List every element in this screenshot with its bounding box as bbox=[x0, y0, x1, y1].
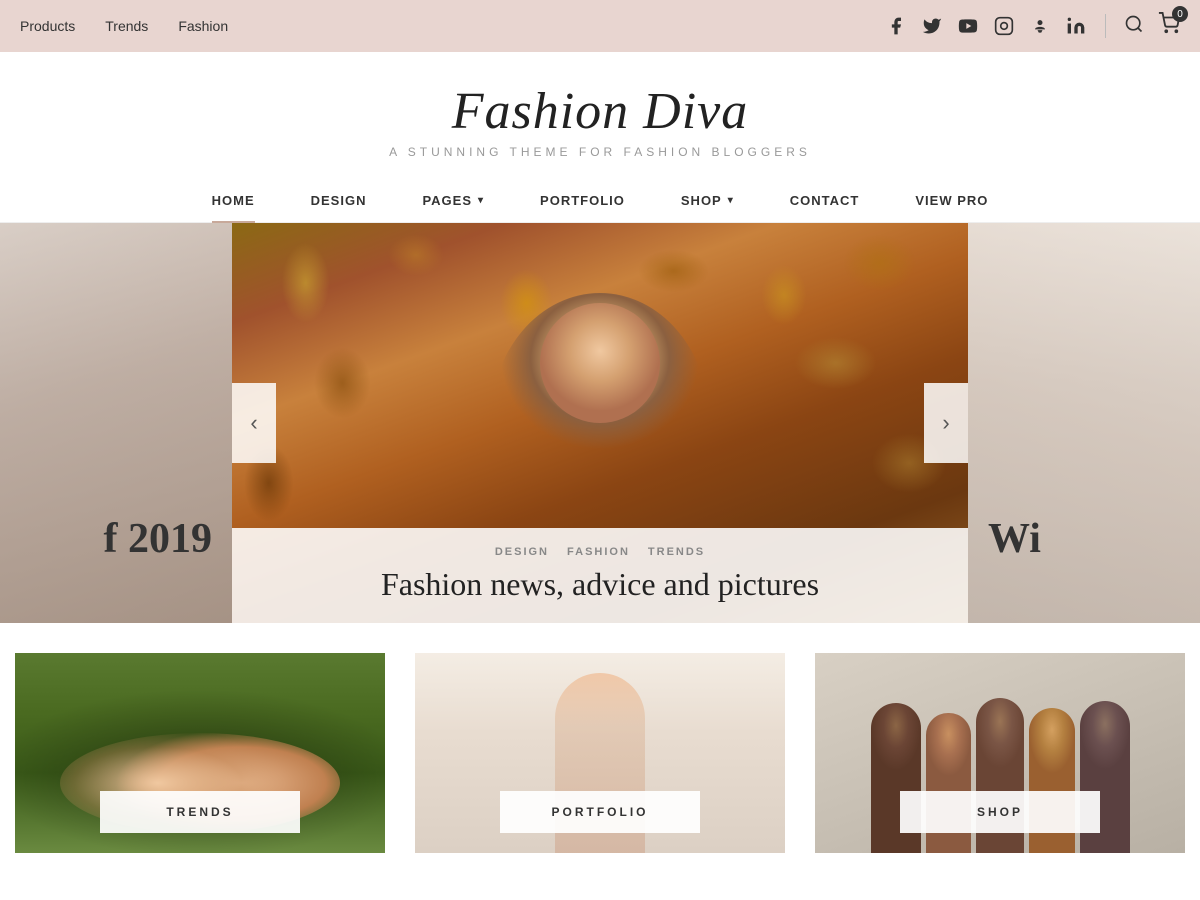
nav-home[interactable]: HOME bbox=[184, 179, 283, 222]
thumb-portfolio-label-box: PORTFOLIO bbox=[500, 791, 700, 833]
odnoklassniki-icon[interactable] bbox=[1029, 15, 1051, 37]
search-button[interactable] bbox=[1124, 14, 1144, 39]
main-nav: HOME DESIGN PAGES ▾ PORTFOLIO SHOP ▾ CON… bbox=[0, 169, 1200, 223]
hero-tag-design[interactable]: DESIGN bbox=[495, 546, 549, 558]
hero-caption: DESIGN FASHION TRENDS Fashion news, advi… bbox=[232, 528, 968, 623]
thumb-shop-label: SHOP bbox=[977, 805, 1023, 819]
thumb-shop-label-box: SHOP bbox=[900, 791, 1100, 833]
hero-tag-fashion[interactable]: FASHION bbox=[567, 546, 630, 558]
nav-contact[interactable]: CONTACT bbox=[762, 179, 888, 222]
slider-prev-button[interactable]: ‹ bbox=[232, 383, 276, 463]
top-bar-nav: Products Trends Fashion bbox=[20, 18, 228, 34]
site-title: Fashion Diva bbox=[20, 82, 1180, 141]
nav-viewpro[interactable]: VIEW PRO bbox=[887, 179, 1016, 222]
slider-next-button[interactable]: › bbox=[924, 383, 968, 463]
thumb-trends-label-box: TRENDS bbox=[100, 791, 300, 833]
topnav-trends[interactable]: Trends bbox=[105, 18, 148, 34]
nav-portfolio[interactable]: PORTFOLIO bbox=[512, 179, 653, 222]
top-bar: Products Trends Fashion bbox=[0, 0, 1200, 52]
topnav-products[interactable]: Products bbox=[20, 18, 75, 34]
side-text-left: f 2019 bbox=[0, 515, 232, 563]
hero-title: Fashion news, advice and pictures bbox=[262, 566, 938, 603]
thumb-portfolio[interactable]: PORTFOLIO bbox=[415, 653, 785, 853]
facebook-icon[interactable] bbox=[885, 15, 907, 37]
site-header: Fashion Diva A Stunning Theme for Fashio… bbox=[0, 52, 1200, 169]
divider bbox=[1105, 14, 1106, 38]
instagram-icon[interactable] bbox=[993, 15, 1015, 37]
thumb-shop[interactable]: SHOP bbox=[815, 653, 1185, 853]
pages-chevron: ▾ bbox=[478, 195, 484, 206]
hero-section: f 2019 Wi ‹ › DESIGN FASHION TRENDS Fash… bbox=[0, 223, 1200, 623]
top-bar-right: 0 bbox=[885, 12, 1180, 40]
hero-tags: DESIGN FASHION TRENDS bbox=[262, 546, 938, 558]
twitter-icon[interactable] bbox=[921, 15, 943, 37]
thumb-trends-label: TRENDS bbox=[166, 805, 233, 819]
nav-design[interactable]: DESIGN bbox=[283, 179, 395, 222]
nav-shop[interactable]: SHOP ▾ bbox=[653, 179, 762, 222]
thumb-trends[interactable]: TRENDS bbox=[15, 653, 385, 853]
cart-button[interactable]: 0 bbox=[1158, 12, 1180, 40]
linkedin-icon[interactable] bbox=[1065, 15, 1087, 37]
thumb-portfolio-label: PORTFOLIO bbox=[552, 805, 649, 819]
hero-side-right bbox=[968, 223, 1200, 623]
youtube-icon[interactable] bbox=[957, 15, 979, 37]
side-text-right: Wi bbox=[968, 515, 1200, 563]
hero-tag-trends[interactable]: TRENDS bbox=[648, 546, 705, 558]
site-subtitle: A Stunning Theme for Fashion Bloggers bbox=[20, 145, 1180, 159]
cart-count: 0 bbox=[1172, 6, 1188, 22]
shop-chevron: ▾ bbox=[728, 195, 734, 206]
thumbnails-section: TRENDS PORTFOLIO SHOP bbox=[0, 653, 1200, 853]
nav-pages[interactable]: PAGES ▾ bbox=[394, 179, 512, 222]
hero-side-left bbox=[0, 223, 232, 623]
topnav-fashion[interactable]: Fashion bbox=[178, 18, 228, 34]
